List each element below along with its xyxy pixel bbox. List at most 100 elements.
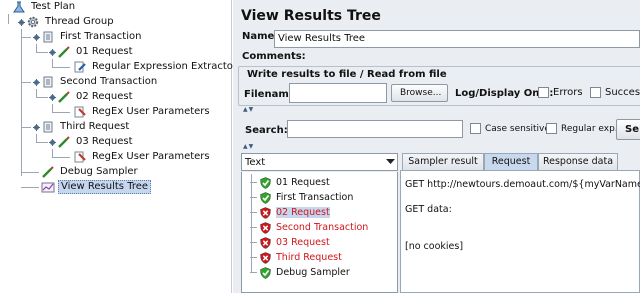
tree-item-01-request[interactable]: 01 Request (57, 45, 135, 59)
tree-line (36, 97, 48, 98)
splitter-handle[interactable]: ▲▼ (243, 106, 254, 113)
result-item[interactable]: Second Transaction (250, 220, 368, 235)
request-content-area[interactable]: GET http://newtours.demoaut.com/${myVarN… (400, 170, 640, 293)
case-sensitive-label: Case sensitive (485, 123, 550, 134)
errors-label: Errors (553, 87, 583, 98)
tree-item-label: RegEx User Parameters (92, 106, 210, 117)
transaction-icon (41, 76, 55, 88)
tree-line (52, 112, 70, 113)
gear-icon (26, 16, 40, 28)
tab-response-data[interactable]: Response data (538, 153, 618, 170)
result-item[interactable]: 01 Request (250, 175, 330, 190)
errors-checkbox[interactable] (538, 87, 549, 98)
tab-sampler-result[interactable]: Sampler result (402, 153, 484, 170)
tree-line (250, 272, 257, 273)
tree-item-label: Test Plan (31, 1, 76, 12)
renderer-select-value: Text (245, 156, 266, 168)
tree-item-regex-extractor[interactable]: Regular Expression Extractor (73, 60, 239, 74)
success-shield-icon (260, 176, 271, 189)
error-shield-icon (260, 251, 271, 264)
tree-line (36, 142, 48, 143)
chevron-down-icon[interactable] (383, 154, 397, 170)
result-item[interactable]: 03 Request (250, 235, 330, 250)
result-item[interactable]: Debug Sampler (250, 265, 350, 280)
tree-item-third-request-transaction[interactable]: Third Request (41, 120, 131, 134)
name-field[interactable]: View Results Tree (274, 30, 640, 48)
filename-label: Filename (244, 89, 296, 100)
tree-item-second-transaction[interactable]: Second Transaction (41, 75, 159, 89)
expand-handle-icon[interactable] (49, 94, 56, 101)
results-list[interactable]: 01 Request First Transaction 02 Request Sec… (241, 172, 398, 293)
expand-handle-icon[interactable] (33, 79, 40, 86)
error-shield-icon (260, 236, 271, 249)
error-shield-icon (260, 221, 271, 234)
tree-item-label: 03 Request (76, 136, 133, 147)
result-item-label: 03 Request (276, 237, 330, 248)
preprocessor-icon (73, 106, 87, 118)
tree-item-debug-sampler[interactable]: Debug Sampler (41, 165, 140, 179)
page-title: View Results Tree (241, 8, 381, 24)
regular-exp-label: Regular exp. (561, 123, 618, 134)
sampler-icon (57, 136, 71, 148)
tree-line (8, 14, 9, 24)
tree-line (250, 242, 257, 243)
successes-checkbox[interactable] (590, 87, 601, 98)
browse-button[interactable]: Browse... (391, 84, 448, 102)
tree-item-label: Thread Group (45, 16, 114, 27)
success-shield-icon (260, 266, 271, 279)
tree-line (36, 134, 37, 142)
result-item[interactable]: 02 Request (250, 205, 330, 220)
expand-handle-icon[interactable] (49, 49, 56, 56)
search-input[interactable] (287, 120, 463, 138)
tree-line (52, 104, 53, 112)
tree-line (21, 82, 31, 83)
expand-handle-icon[interactable] (18, 19, 25, 26)
tree-line (52, 67, 70, 68)
tree-line (36, 44, 37, 52)
result-item-label: Third Request (276, 252, 342, 263)
expand-handle-icon[interactable] (33, 34, 40, 41)
result-item-label: Debug Sampler (276, 267, 350, 278)
tree-item-label: 02 Request (76, 91, 133, 102)
comments-label: Comments: (242, 51, 306, 62)
tree-item-regex-user-params-1[interactable]: RegEx User Parameters (73, 105, 212, 119)
listener-icon (41, 181, 55, 193)
result-item[interactable]: Third Request (250, 250, 342, 265)
expand-handle-icon[interactable] (49, 139, 56, 146)
expand-handle-icon[interactable] (33, 124, 40, 131)
splitter-handle[interactable]: ▲▼ (243, 143, 254, 150)
request-line: GET http://newtours.demoaut.com/${myVarN… (405, 179, 640, 190)
result-item-label: Second Transaction (276, 222, 369, 233)
tree-item-02-request[interactable]: 02 Request (57, 90, 135, 104)
view-results-tree-panel: View Results Tree Name: View Results Tre… (233, 0, 640, 293)
tree-line (250, 212, 257, 213)
test-plan-tree[interactable]: Test Plan Thread Group First Transaction… (0, 0, 237, 293)
regular-exp-checkbox[interactable] (546, 123, 557, 134)
tree-item-03-request[interactable]: 03 Request (57, 135, 135, 149)
tree-line (52, 59, 53, 67)
tree-item-label: Third Request (60, 121, 130, 132)
preprocessor-icon (73, 151, 87, 163)
tree-item-label: Debug Sampler (60, 166, 138, 177)
tab-request[interactable]: Request (484, 153, 538, 170)
sampler-icon (57, 46, 71, 58)
request-get-data: GET data: (405, 204, 452, 215)
tree-line (21, 37, 31, 38)
search-button[interactable]: Se (616, 119, 640, 140)
tree-line (21, 127, 31, 128)
tree-item-test-plan[interactable]: Test Plan (12, 0, 77, 14)
request-cookies: [no cookies] (405, 241, 464, 252)
case-sensitive-checkbox[interactable] (470, 123, 481, 134)
tree-item-thread-group[interactable]: Thread Group (26, 15, 116, 29)
tree-line (250, 197, 257, 198)
tree-item-view-results-tree[interactable]: View Results Tree (41, 180, 152, 194)
tree-line (250, 227, 257, 228)
renderer-select[interactable]: Text (241, 153, 398, 171)
successes-label: Successes (605, 87, 640, 98)
tree-line (21, 187, 39, 188)
result-item[interactable]: First Transaction (250, 190, 353, 205)
filename-field[interactable] (289, 83, 387, 103)
tree-item-regex-user-params-2[interactable]: RegEx User Parameters (73, 150, 212, 164)
success-shield-icon (260, 191, 271, 204)
tree-item-first-transaction[interactable]: First Transaction (41, 30, 143, 44)
